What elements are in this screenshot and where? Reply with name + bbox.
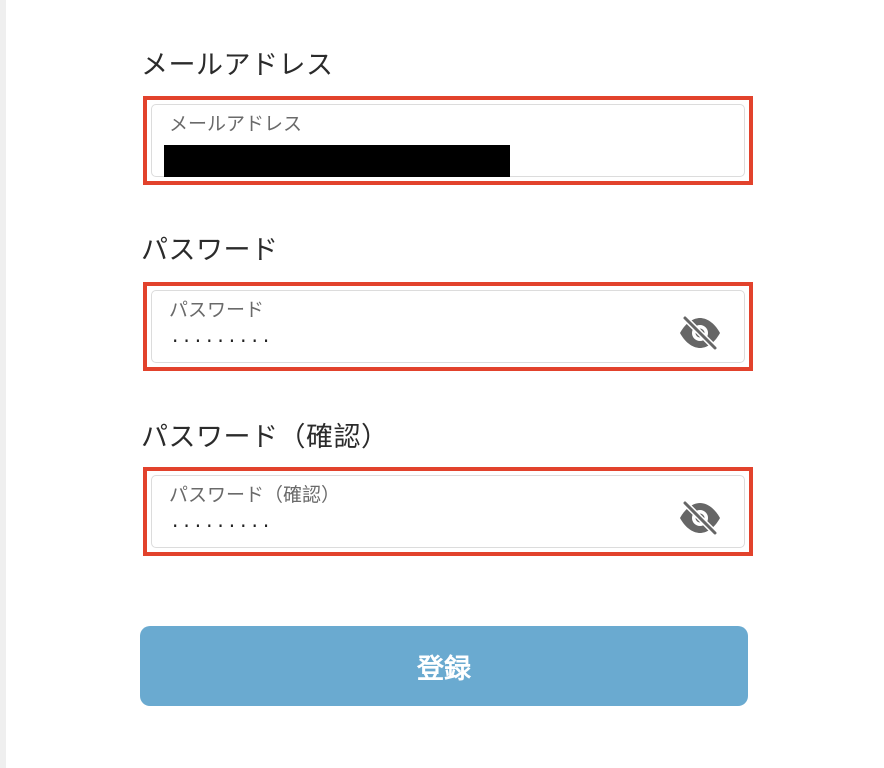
password-confirm-field-label: パスワード（確認） [169, 484, 341, 506]
password-field-title: パスワード [141, 235, 279, 266]
eye-slash-icon[interactable] [678, 315, 722, 351]
password-field-highlight: パスワード ········· [143, 282, 753, 371]
password-confirm-field[interactable]: パスワード（確認） ········· [151, 475, 745, 548]
email-field[interactable]: メールアドレス [151, 104, 745, 177]
eye-slash-icon[interactable] [678, 500, 722, 536]
password-confirm-field-title: パスワード（確認） [141, 422, 389, 453]
email-field-highlight: メールアドレス [143, 96, 753, 185]
password-confirm-masked-value: ········· [172, 514, 275, 538]
email-field-label: メールアドレス [169, 113, 303, 135]
password-confirm-field-highlight: パスワード（確認） ········· [143, 467, 753, 556]
email-field-title: メールアドレス [141, 50, 334, 81]
register-button[interactable]: 登録 [140, 626, 748, 706]
email-value-redaction [164, 145, 510, 177]
password-field-label: パスワード [169, 299, 265, 321]
left-edge-divider [0, 0, 6, 768]
password-masked-value: ········· [172, 329, 275, 353]
password-field[interactable]: パスワード ········· [151, 290, 745, 363]
